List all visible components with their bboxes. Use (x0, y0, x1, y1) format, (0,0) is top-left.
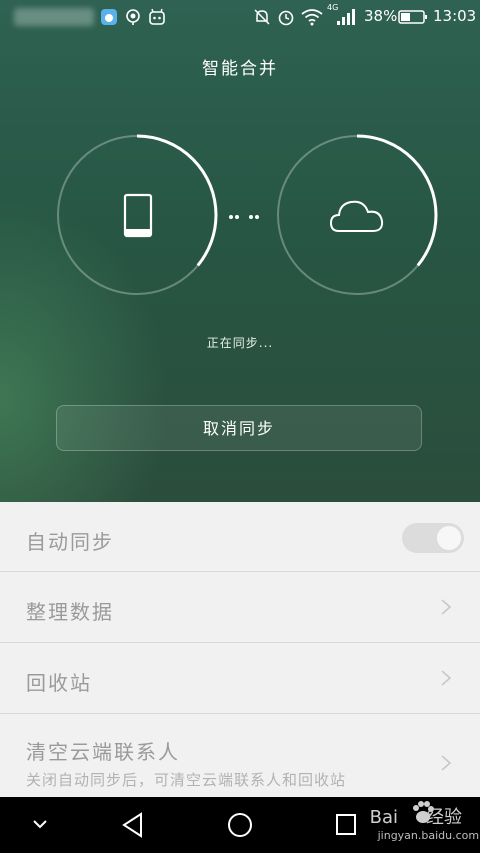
hotspot-icon (126, 9, 140, 25)
phone-progress-ring (56, 134, 218, 296)
sync-dots (229, 215, 259, 219)
watermark-brand: Bai (369, 807, 398, 828)
alarm-icon (278, 10, 294, 26)
settings-list: 自动同步 整理数据 回收站 清空云端联系人 关闭自动同步后，可清空云端联系人和回… (0, 502, 480, 798)
home-icon[interactable] (226, 797, 254, 853)
robot-icon (149, 8, 165, 25)
auto-sync-toggle[interactable] (402, 523, 464, 553)
wifi-icon (301, 9, 323, 26)
chevron-right-icon (441, 599, 452, 615)
cloud-progress-ring (276, 134, 438, 296)
organize-data-row[interactable]: 整理数据 (0, 572, 480, 643)
clear-cloud-contacts-row[interactable]: 清空云端联系人 关闭自动同步后，可清空云端联系人和回收站 (0, 714, 480, 798)
recycle-bin-label: 回收站 (26, 671, 92, 695)
weibo-icon (101, 9, 117, 25)
signal-icon (337, 9, 355, 25)
navigation-bar: Bai 经验 jingyan.baidu.com (0, 797, 480, 853)
down-chevron-icon[interactable] (28, 797, 52, 853)
status-bar: 4G 38% 13:03 (0, 0, 480, 34)
cancel-sync-button[interactable]: 取消同步 (56, 405, 422, 451)
battery-icon (398, 10, 427, 24)
auto-sync-label: 自动同步 (26, 530, 114, 554)
page-title: 智能合并 (202, 59, 278, 79)
cloud-icon (329, 200, 384, 232)
clear-cloud-contacts-label: 清空云端联系人 (26, 740, 180, 764)
chevron-right-icon (441, 670, 452, 686)
baidu-watermark: Bai 经验 jingyan.baidu.com (369, 801, 479, 842)
battery-percent: 38% (364, 7, 398, 25)
mute-icon (254, 9, 270, 25)
recycle-bin-row[interactable]: 回收站 (0, 643, 480, 714)
sync-status-text: 正在同步... (206, 336, 274, 350)
recents-icon[interactable] (334, 797, 358, 853)
auto-sync-row[interactable]: 自动同步 (0, 502, 480, 572)
back-icon[interactable] (120, 797, 146, 853)
toggle-knob (437, 526, 461, 550)
blurred-notification (14, 8, 94, 26)
phone-icon (123, 193, 153, 238)
clock: 13:03 (433, 7, 477, 25)
chevron-right-icon (441, 755, 452, 771)
organize-data-label: 整理数据 (26, 600, 114, 624)
watermark-url: jingyan.baidu.com (377, 829, 480, 842)
clear-cloud-contacts-description: 关闭自动同步后，可清空云端联系人和回收站 (26, 771, 347, 789)
baidu-paw-icon (412, 801, 434, 823)
sync-hero: 4G 38% 13:03 智能合并 正在同步... 取消同步 (0, 0, 480, 502)
